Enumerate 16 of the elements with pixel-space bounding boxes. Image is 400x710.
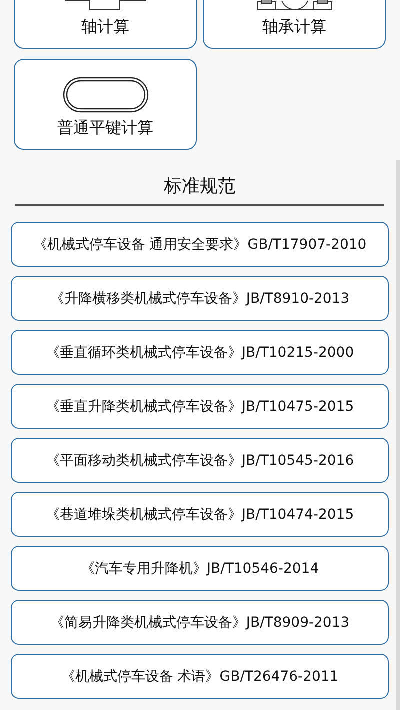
standard-button[interactable]: 《巷道堆垛类机械式停车设备》JB/T10474-2015 [11, 492, 389, 537]
standard-button[interactable]: 《简易升降类机械式停车设备》JB/T8909-2013 [11, 600, 389, 645]
standard-button[interactable]: 《平面移动类机械式停车设备》JB/T10545-2016 [11, 438, 389, 483]
calculator-card[interactable]: 轴承计算 [203, 0, 386, 49]
standard-button[interactable]: 《汽车专用升降机》JB/T10546-2014 [11, 546, 389, 591]
standard-button[interactable]: 《机械式停车设备 通用安全要求》GB/T17907-2010 [11, 222, 389, 267]
card-label: 轴承计算 [262, 17, 326, 38]
section-title: 标准规范 [163, 176, 237, 198]
standard-button[interactable]: 《垂直升降类机械式停车设备》JB/T10475-2015 [11, 384, 389, 429]
standard-button[interactable]: 《机械式停车设备 术语》GB/T26476-2011 [11, 654, 389, 699]
card-label: 普通平键计算 [58, 118, 154, 139]
card-label: 轴计算 [82, 17, 130, 38]
standard-button[interactable]: 《升降横移类机械式停车设备》JB/T8910-2013 [11, 276, 389, 321]
calculator-card[interactable]: 普通平键计算 [14, 59, 197, 150]
calculator-card[interactable]: 轴计算 [14, 0, 197, 49]
standard-button[interactable]: 《垂直循环类机械式停车设备》JB/T10215-2000 [11, 330, 389, 375]
